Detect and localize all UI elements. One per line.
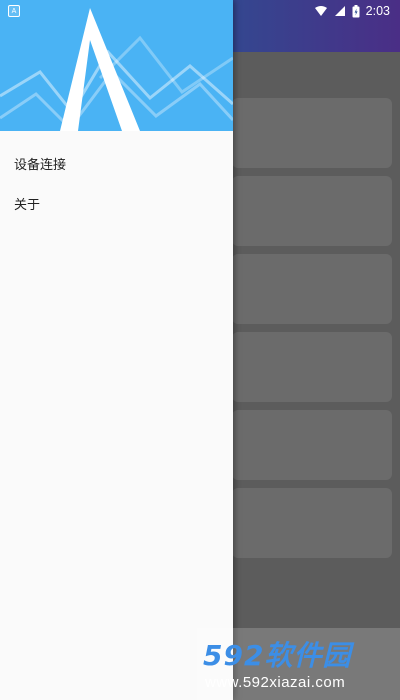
battery-icon bbox=[352, 4, 360, 17]
list-card[interactable] bbox=[232, 176, 392, 246]
status-time: 2:03 bbox=[365, 4, 390, 18]
navigation-drawer: 设备连接 关于 bbox=[0, 0, 233, 700]
cell-signal-icon bbox=[334, 6, 345, 16]
drawer-menu: 设备连接 关于 bbox=[0, 143, 233, 223]
menu-item-device-connection[interactable]: 设备连接 bbox=[0, 143, 233, 183]
list-card[interactable] bbox=[232, 332, 392, 402]
list-card[interactable] bbox=[232, 410, 392, 480]
drawer-header bbox=[0, 0, 233, 131]
wifi-icon bbox=[314, 6, 327, 16]
menu-item-label: 设备连接 bbox=[14, 157, 67, 173]
menu-item-about[interactable]: 关于 bbox=[0, 183, 233, 223]
menu-item-label: 关于 bbox=[14, 197, 41, 213]
list-card[interactable] bbox=[232, 98, 392, 168]
list-card[interactable] bbox=[232, 488, 392, 558]
app-logo-triangle-icon bbox=[0, 8, 233, 131]
list-card[interactable] bbox=[232, 254, 392, 324]
